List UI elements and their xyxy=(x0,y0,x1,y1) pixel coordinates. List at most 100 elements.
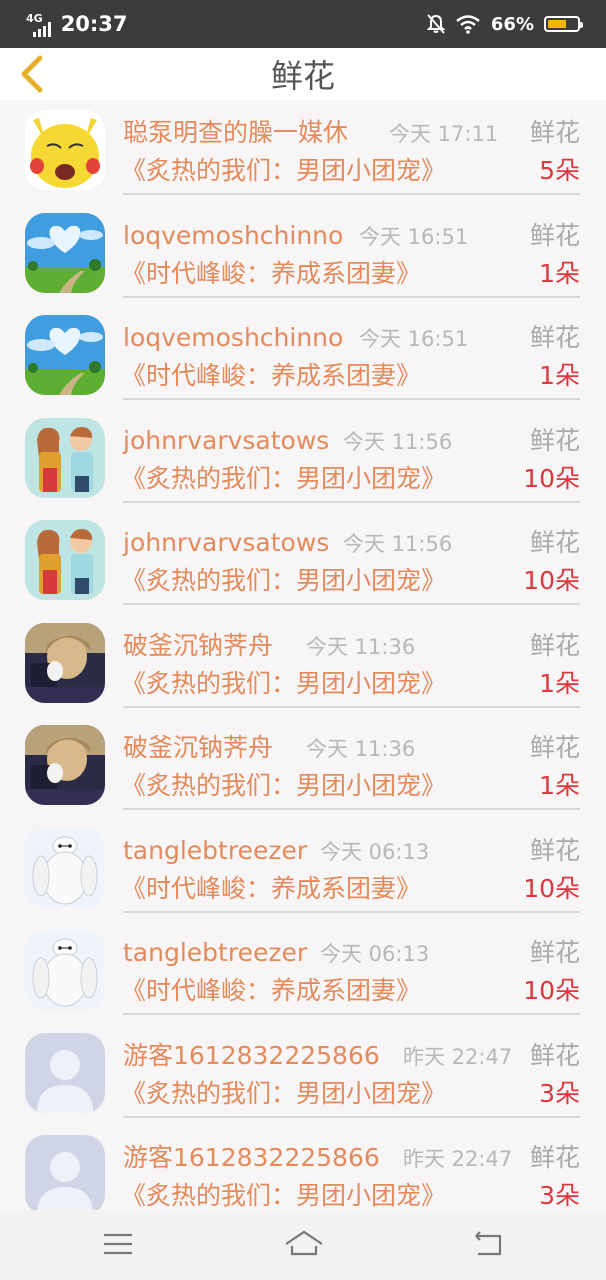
book-title[interactable]: 《炙热的我们：男团小团宠》 xyxy=(121,1178,446,1214)
divider xyxy=(123,500,580,503)
user-name[interactable]: 游客1612832225866 xyxy=(123,1141,380,1175)
list-item[interactable]: 破釜沉钠荠舟 今天 11:36 鲜花 《炙热的我们：男团小团宠》 1朵 xyxy=(0,613,606,716)
divider xyxy=(123,603,580,605)
avatar[interactable] xyxy=(25,1032,105,1113)
gift-type: 鲜花 xyxy=(529,733,580,762)
record-header: johnrvarvsatows 今天 11:56 鲜花 xyxy=(123,526,580,560)
avatar[interactable] xyxy=(25,520,105,600)
record-detail: 《炙热的我们：男团小团宠》 3朵 xyxy=(121,1076,580,1112)
battery-level xyxy=(548,20,566,28)
gift-type: 鲜花 xyxy=(529,425,580,455)
record-detail: 《炙热的我们：男团小团宠》 3朵 xyxy=(121,1178,580,1214)
record-time: 今天 06:13 xyxy=(320,942,430,966)
record-detail: 《时代峰峻：养成系团妻》 10朵 xyxy=(121,871,580,907)
user-name[interactable]: 破釜沉钠荠舟 xyxy=(123,731,273,765)
list-item[interactable]: loqvemoshchinno 今天 16:51 鲜花《时代峰峻：养成系团妻》 1朵 xyxy=(0,203,606,306)
page-title: 鲜花 xyxy=(270,57,335,95)
book-title[interactable]: 《炙热的我们：男团小团宠》 xyxy=(121,461,446,497)
user-name[interactable]: loqvemoshchinno xyxy=(123,321,343,355)
flower-count: 10朵 xyxy=(523,976,580,1005)
list-item[interactable]: 游客1612832225866 昨天 22:47 鲜花 《炙热的我们：男团小团宠》 3朵 xyxy=(0,1023,606,1126)
record-header: 游客1612832225866 昨天 22:47 鲜花 xyxy=(123,1039,580,1073)
book-title[interactable]: 《炙热的我们：男团小团宠》 xyxy=(121,768,446,804)
avatar[interactable] xyxy=(25,315,105,395)
list-item[interactable]: 聪泵明查的臊一媒休 今天 17:11 鲜花 《炙热的我们：男团小团宠》 5朵 xyxy=(0,100,606,203)
avatar[interactable] xyxy=(25,622,105,703)
menu-icon[interactable] xyxy=(96,1224,140,1264)
clock: 20:37 xyxy=(60,12,128,36)
avatar[interactable] xyxy=(25,417,105,498)
divider xyxy=(123,910,580,913)
user-name[interactable]: 聪泵明查的臊一媒休 xyxy=(123,116,348,150)
mute-bell-icon xyxy=(426,14,445,34)
list-item[interactable]: 破釜沉钠荠舟 今天 11:36 鲜花 《炙热的我们：男团小团宠》 1朵 xyxy=(0,715,606,818)
book-title[interactable]: 《时代峰峻：养成系团妻》 xyxy=(121,256,421,292)
avatar[interactable] xyxy=(25,930,105,1010)
avatar[interactable] xyxy=(25,827,105,908)
avatar[interactable] xyxy=(25,725,105,805)
gift-type: 鲜花 xyxy=(529,528,580,557)
flower-count: 3朵 xyxy=(539,1078,580,1108)
flower-count: 5朵 xyxy=(539,156,580,185)
book-title[interactable]: 《时代峰峻：养成系团妻》 xyxy=(121,358,421,394)
record-time: 昨天 22:47 xyxy=(403,1044,513,1069)
flower-count: 10朵 xyxy=(523,566,580,595)
home-icon[interactable] xyxy=(282,1224,326,1264)
list-item[interactable]: johnrvarvsatows 今天 11:56 鲜花《炙热的我们：男团小团宠》 10… xyxy=(0,510,606,613)
flower-count: 1朵 xyxy=(539,668,580,698)
flower-count: 1朵 xyxy=(539,771,580,800)
gift-type: 鲜花 xyxy=(529,323,580,352)
user-name[interactable]: 游客1612832225866 xyxy=(123,1039,380,1073)
avatar[interactable] xyxy=(25,212,105,293)
user-name[interactable]: 破釜沉钠荠舟 xyxy=(123,629,273,663)
divider xyxy=(123,398,580,400)
book-title[interactable]: 《炙热的我们：男团小团宠》 xyxy=(121,153,446,189)
book-title[interactable]: 《炙热的我们：男团小团宠》 xyxy=(121,1076,446,1112)
record-time: 今天 16:51 xyxy=(359,224,469,249)
user-name[interactable]: johnrvarvsatows xyxy=(123,424,329,458)
book-title[interactable]: 《时代峰峻：养成系团妻》 xyxy=(121,871,421,907)
record-header: loqvemoshchinno 今天 16:51 鲜花 xyxy=(123,321,580,355)
gift-type: 鲜花 xyxy=(529,1143,580,1172)
record-detail: 《炙热的我们：男团小团宠》 1朵 xyxy=(121,768,580,804)
divider xyxy=(123,705,580,708)
record-time: 今天 06:13 xyxy=(320,839,430,864)
record-detail: 《炙热的我们：男团小团宠》 10朵 xyxy=(121,461,580,497)
flower-count: 10朵 xyxy=(523,873,580,903)
record-detail: 《时代峰峻：养成系团妻》 1朵 xyxy=(121,358,580,394)
flower-record-list: 聪泵明查的臊一媒休 今天 17:11 鲜花 《炙热的我们：男团小团宠》 5朵 loqvem… xyxy=(0,100,606,1228)
avatar[interactable] xyxy=(25,1135,105,1215)
status-left: 4G 20:37 xyxy=(26,0,128,48)
record-time: 今天 11:56 xyxy=(343,429,453,454)
user-name[interactable]: tanglebtreezer xyxy=(123,834,307,868)
gift-type: 鲜花 xyxy=(529,835,580,865)
network-type: 4G xyxy=(26,11,43,25)
gift-type: 鲜花 xyxy=(529,118,580,147)
list-item[interactable]: tanglebtreezer 今天 06:13 鲜花《时代峰峻：养成系团妻》 10朵 xyxy=(0,920,606,1023)
list-item[interactable]: tanglebtreezer 今天 06:13 鲜花《时代峰峻：养成系团妻》 10朵 xyxy=(0,818,606,921)
flower-count: 10朵 xyxy=(523,463,580,493)
gift-type: 鲜花 xyxy=(529,220,580,250)
record-detail: 《时代峰峻：养成系团妻》 1朵 xyxy=(121,256,580,292)
book-title[interactable]: 《时代峰峻：养成系团妻》 xyxy=(121,973,421,1009)
wifi-icon xyxy=(456,15,480,34)
list-item[interactable]: loqvemoshchinno 今天 16:51 鲜花 《时代峰峻：养成系团妻》 1朵 xyxy=(0,305,606,408)
list-item[interactable]: johnrvarvsatows 今天 11:56 鲜花《炙热的我们：男团小团宠》 10… xyxy=(0,408,606,511)
divider xyxy=(123,193,580,195)
battery-percent: 66% xyxy=(490,13,534,35)
record-header: 游客1612832225866 昨天 22:47 鲜花 xyxy=(123,1141,580,1175)
book-title[interactable]: 《炙热的我们：男团小团宠》 xyxy=(121,666,446,702)
user-name[interactable]: johnrvarvsatows xyxy=(123,526,329,560)
user-name[interactable]: tanglebtreezer xyxy=(123,936,307,970)
book-title[interactable]: 《炙热的我们：男团小团宠》 xyxy=(121,563,446,599)
record-header: 破釜沉钠荠舟 今天 11:36 鲜花 xyxy=(123,731,580,765)
avatar[interactable] xyxy=(25,110,105,190)
user-name[interactable]: loqvemoshchinno xyxy=(123,219,343,253)
gift-type: 鲜花 xyxy=(529,938,580,967)
record-time: 今天 11:56 xyxy=(343,532,453,556)
back-icon[interactable] xyxy=(466,1224,510,1264)
status-bar: 4G 20:37 66% xyxy=(0,0,606,48)
flower-count: 1朵 xyxy=(539,258,580,288)
record-detail: 《时代峰峻：养成系团妻》 10朵 xyxy=(121,973,580,1009)
record-header: 聪泵明查的臊一媒休 今天 17:11 鲜花 xyxy=(123,116,580,150)
